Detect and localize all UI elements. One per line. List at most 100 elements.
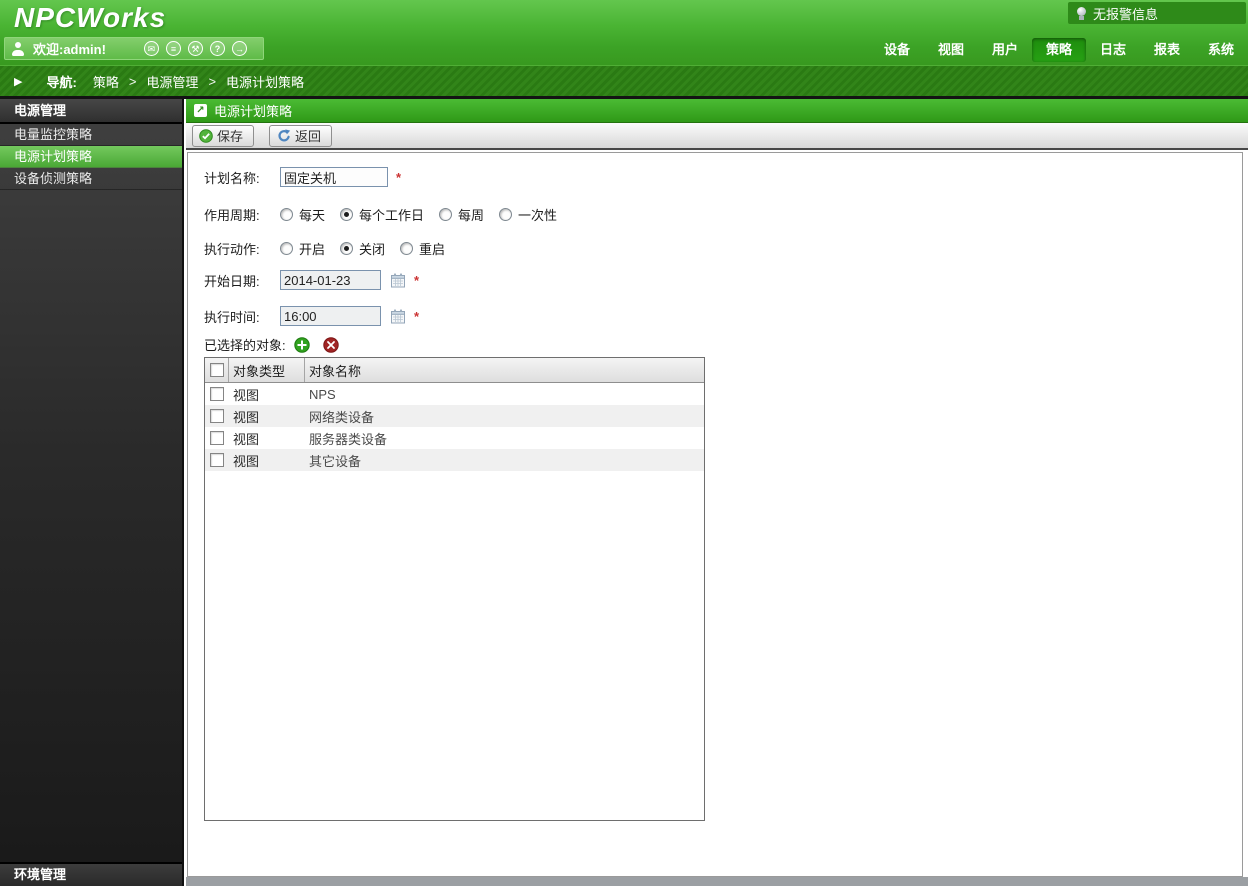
user-icon [11, 41, 27, 56]
cycle-radio-0[interactable] [280, 208, 293, 221]
plan-name-input[interactable] [280, 167, 388, 187]
required-mark: * [396, 169, 402, 185]
row-checkbox-cell [205, 387, 229, 401]
cycle-radio-1[interactable] [340, 208, 354, 221]
table-row-0[interactable]: 视图 NPS [205, 383, 704, 405]
plan-name-label: 计划名称: [204, 170, 260, 186]
required-mark: * [414, 308, 420, 324]
save-button-label: 保存 [217, 129, 244, 144]
row-name: 其它设备 [309, 453, 362, 469]
tools-icon[interactable]: ⚒ [187, 41, 203, 56]
row-checkbox-cell [205, 431, 229, 445]
welcome-text: 欢迎:admin! [33, 42, 106, 57]
plan-form: 计划名称: * 作用周期: 每天每个工作日每周一次性 执行动作: 开启关闭重启 … [187, 152, 1243, 877]
table-row-2[interactable]: 视图 服务器类设备 [205, 427, 704, 449]
selected-objects-label: 已选择的对象: [204, 338, 286, 353]
sidebar-section-environment[interactable]: 环境管理 [0, 862, 182, 886]
userbar-icons: ✉ ≡ ⚒? → [143, 41, 247, 56]
back-button[interactable]: 返回 [269, 124, 333, 147]
row-type: 视图 [233, 431, 260, 447]
tab-6[interactable]: 系统 [1194, 38, 1248, 62]
add-object-icon[interactable] [293, 336, 310, 353]
save-check-icon [199, 128, 213, 143]
action-label-2: 重启 [419, 242, 446, 257]
tab-1[interactable]: 视图 [924, 38, 978, 62]
row-checkbox-2[interactable] [210, 431, 224, 445]
breadcrumb-separator: > [208, 74, 217, 89]
save-button[interactable]: 保存 [192, 124, 255, 147]
tab-4[interactable]: 日志 [1086, 38, 1140, 62]
row-type: 视图 [233, 409, 260, 425]
row-checkbox-0[interactable] [210, 387, 224, 401]
row-checkbox-cell [205, 453, 229, 467]
breadcrumb-arrow-icon: ▶ [14, 76, 23, 88]
cycle-radio-2[interactable] [439, 208, 453, 221]
row-name: 网络类设备 [309, 409, 375, 425]
row-name: 服务器类设备 [309, 431, 388, 447]
breadcrumb-item-0[interactable]: 策略 [93, 72, 119, 91]
calendar-icon[interactable] [390, 272, 406, 288]
breadcrumb-item-1[interactable]: 电源管理 [146, 72, 198, 91]
tab-5[interactable]: 报表 [1140, 38, 1194, 62]
table-row-3[interactable]: 视图 其它设备 [205, 449, 704, 471]
table-row-1[interactable]: 视图 网络类设备 [205, 405, 704, 427]
action-option-2[interactable]: 重启 [400, 239, 445, 258]
row-checkbox-cell [205, 409, 229, 423]
sidebar-item-0[interactable]: 电量监控策略 [0, 124, 182, 146]
logout-icon[interactable]: → [231, 41, 247, 56]
table-header-row: 对象类型 对象名称 [205, 358, 704, 383]
cycle-radio-3[interactable] [499, 208, 513, 221]
cycle-label-2: 每周 [458, 208, 485, 223]
content-titlebar: ↗ 电源计划策略 [186, 99, 1248, 123]
action-radio-0[interactable] [280, 242, 293, 255]
action-label-0: 开启 [299, 242, 326, 257]
cycle-label-0: 每天 [299, 208, 326, 223]
alarm-status-box[interactable]: 无报警信息 [1068, 2, 1246, 24]
action-option-1[interactable]: 关闭 [340, 239, 385, 258]
cycle-option-3[interactable]: 一次性 [499, 205, 557, 224]
sidebar-item-1[interactable]: 电源计划策略 [0, 146, 182, 168]
tab-0[interactable]: 设备 [870, 38, 924, 62]
cycle-label-3: 一次性 [518, 208, 558, 223]
action-radio-2[interactable] [400, 242, 414, 255]
calendar-icon[interactable] [390, 308, 406, 324]
breadcrumb: ▶ 导航: 策略 > 电源管理 > 电源计划策略 [0, 65, 1248, 97]
toolbar: 保存 返回 [186, 123, 1248, 150]
start-date-input[interactable] [280, 270, 381, 290]
cycle-option-1[interactable]: 每个工作日 [340, 205, 424, 224]
action-label: 执行动作: [204, 242, 260, 257]
row-checkbox-3[interactable] [210, 453, 224, 467]
row-type: 视图 [233, 453, 260, 469]
bulb-icon [1077, 6, 1086, 20]
sidebar-section-power[interactable]: 电源管理 [0, 99, 182, 124]
row-checkbox-1[interactable] [210, 409, 224, 423]
tab-3[interactable]: 策略 [1032, 38, 1086, 62]
cycle-option-0[interactable]: 每天 [280, 205, 325, 224]
remove-object-icon[interactable] [322, 336, 339, 353]
sidebar: 电源管理 电量监控策略 电源计划策略 设备侦测策略 环境管理 [0, 99, 184, 886]
page-title: 电源计划策略 [214, 104, 293, 119]
tab-2[interactable]: 用户 [978, 38, 1032, 62]
column-header-type: 对象类型 [229, 358, 305, 382]
list-icon[interactable]: ≡ [165, 41, 181, 56]
select-all-checkbox[interactable] [209, 363, 224, 377]
nav-tabs: 设备 视图 用户 策略 日志 报表 系统 [870, 37, 1248, 63]
action-radio-1[interactable] [340, 242, 354, 255]
table-body: 视图 NPS 视图 网络类设备 视图 服务器类设备 视图 其它设备 [205, 383, 704, 471]
required-mark: * [414, 272, 420, 288]
action-option-0[interactable]: 开启 [280, 239, 325, 258]
user-welcome-bar: 欢迎:admin! ✉ ≡ ⚒? → [4, 37, 264, 60]
mail-icon[interactable]: ✉ [143, 41, 159, 56]
breadcrumb-item-2[interactable]: 电源计划策略 [226, 72, 304, 91]
cycle-label: 作用周期: [204, 208, 260, 223]
start-date-label: 开始日期: [204, 273, 260, 289]
sidebar-item-2[interactable]: 设备侦测策略 [0, 168, 182, 190]
selected-objects-table: 对象类型 对象名称 视图 NPS 视图 网络类设备 视图 服务器类设备 视图 其它设备 [204, 357, 705, 821]
main-content: ↗ 电源计划策略 保存 返回 计划名称: 固定关机 * 作用周期: 每天 每个工… [186, 99, 1248, 886]
cycle-option-2[interactable]: 每周 [439, 205, 484, 224]
back-button-label: 返回 [295, 129, 322, 144]
help-icon[interactable]: ? [209, 41, 225, 56]
exec-time-input[interactable] [280, 306, 381, 326]
cycle-radio-group: 每天 每个工作日 每周 一次性 [280, 205, 572, 224]
exec-time-label: 执行时间: [204, 309, 260, 325]
